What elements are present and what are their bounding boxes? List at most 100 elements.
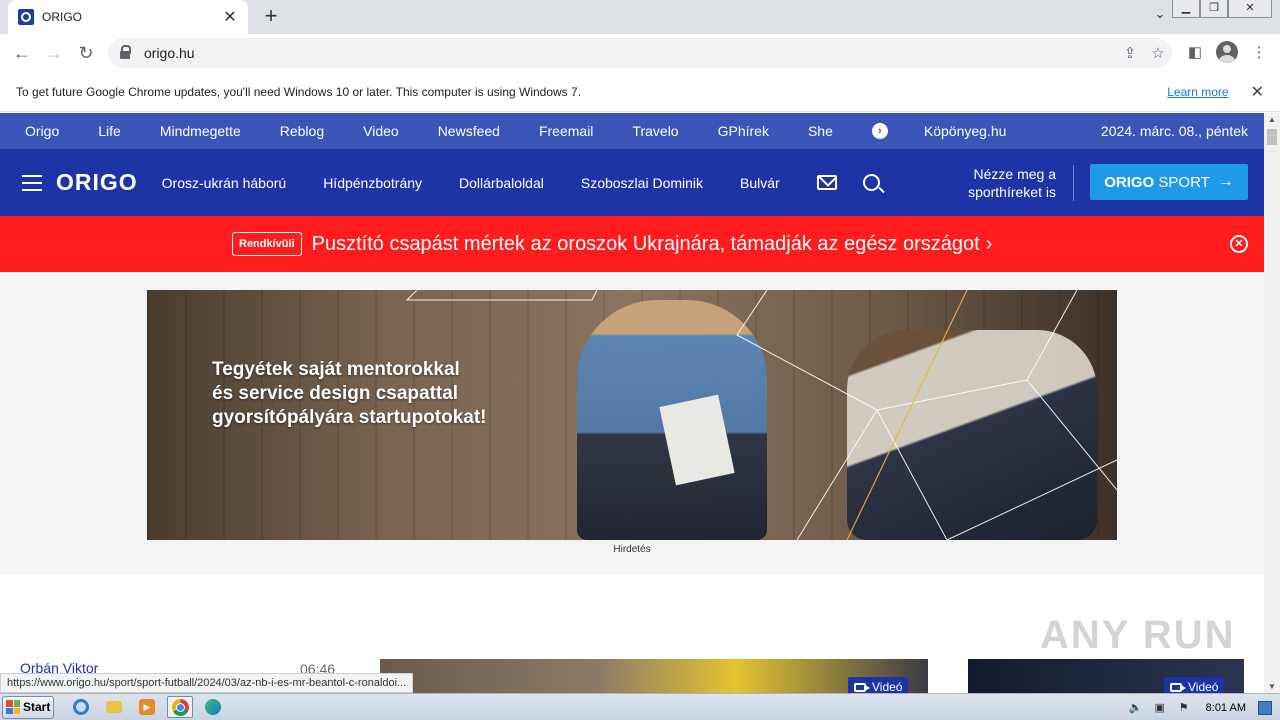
sport-promo-text: Nézze meg a sporthíreket is: [940, 165, 1056, 201]
reload-icon[interactable]: ↻: [70, 37, 102, 69]
ad-banner[interactable]: Tegyétek saját mentorokkal és service de…: [147, 290, 1117, 540]
tab-title: ORIGO: [42, 10, 83, 24]
side-panel-icon[interactable]: ◧: [1182, 38, 1208, 66]
network-link-kopönyeg[interactable]: Köpönyeg.hu: [924, 123, 1007, 139]
tab-close-icon[interactable]: ✕: [222, 7, 238, 27]
current-date: 2024. márc. 08., péntek: [1100, 123, 1248, 139]
share-icon[interactable]: ⇪: [1116, 44, 1144, 62]
arrow-right-icon: →: [1217, 173, 1234, 190]
lock-icon[interactable]: [120, 45, 131, 59]
infobar-message: To get future Google Chrome updates, you…: [16, 84, 582, 99]
action-center-flag-icon[interactable]: ⚑: [1176, 701, 1192, 715]
network-link-reblog[interactable]: Reblog: [280, 123, 324, 139]
forward-icon[interactable]: →: [38, 37, 70, 69]
taskbar-media-player[interactable]: ▶: [134, 696, 160, 718]
taskbar-ie[interactable]: [68, 696, 94, 718]
video-camera-icon: [1170, 682, 1186, 692]
scroll-up-icon[interactable]: ▲: [1268, 115, 1276, 124]
volume-icon[interactable]: 🔈: [1128, 701, 1144, 715]
tab-strip: ORIGO ✕ + ⌄ ▁ ❐ ✕: [0, 0, 1280, 34]
page-viewport: Origo Life Mindmegette Reblog Video News…: [0, 113, 1264, 693]
minimize-button[interactable]: ▁: [1172, 0, 1200, 18]
breaking-headline[interactable]: Pusztító csapást mértek az oroszok Ukraj…: [312, 233, 980, 256]
tab-search-chevron-icon[interactable]: ⌄: [1150, 6, 1170, 26]
network-link-life[interactable]: Life: [98, 123, 121, 139]
start-button[interactable]: Start: [2, 695, 54, 719]
article-thumbnail-side[interactable]: Videó: [968, 659, 1244, 693]
promo-line-1: Nézze meg a: [973, 166, 1056, 182]
restore-button[interactable]: ❐: [1200, 0, 1228, 18]
folder-icon: [106, 701, 122, 713]
promo-divider: [1073, 165, 1074, 201]
sport-button-brand: ORIGO: [1104, 173, 1155, 191]
menu-kebab-icon[interactable]: ⋮: [1246, 38, 1272, 66]
nav-link-war[interactable]: Orosz-ukrán háború: [162, 175, 287, 191]
new-tab-button[interactable]: +: [258, 4, 284, 30]
scroll-down-icon[interactable]: ▼: [1268, 682, 1276, 691]
nav-link-bridge-scandal[interactable]: Hídpénzbotrány: [323, 175, 422, 191]
show-desktop-button[interactable]: [1258, 700, 1272, 715]
learn-more-link[interactable]: Learn more: [1167, 85, 1228, 99]
video-badge: Videó: [848, 677, 909, 693]
network-link-newsfeed[interactable]: Newsfeed: [438, 123, 500, 139]
network-nav: Origo Life Mindmegette Reblog Video News…: [0, 113, 1264, 149]
taskbar-explorer[interactable]: [101, 696, 127, 718]
chrome-icon: [171, 698, 189, 716]
edge-icon: [205, 699, 221, 715]
sport-button-label: SPORT: [1158, 173, 1210, 191]
network-nav-next-icon[interactable]: ›: [871, 123, 888, 139]
nav-link-dollar-left[interactable]: Dollárbaloldal: [459, 175, 544, 191]
browser-tab[interactable]: ORIGO ✕: [8, 0, 248, 34]
browser-toolbar: ← → ↻ origo.hu ⇪ ☆ ◧ ⋮: [0, 34, 1280, 72]
address-bar[interactable]: origo.hu ⇪ ☆: [108, 38, 1172, 68]
search-icon[interactable]: [862, 174, 880, 191]
ad-area: Tegyétek saját mentorokkal és service de…: [0, 272, 1264, 574]
ad-label: Hirdetés: [613, 544, 651, 555]
video-badge: Videó: [1164, 677, 1225, 693]
network-link-mindmegette[interactable]: Mindmegette: [160, 123, 241, 139]
url-text[interactable]: origo.hu: [144, 45, 1116, 61]
origo-favicon-icon: [18, 9, 34, 25]
internet-explorer-icon: [73, 699, 89, 715]
windows-taskbar: Start ▶ 🔈 ▣ ⚑ 8:01 AM: [0, 693, 1280, 720]
mail-icon[interactable]: [816, 175, 837, 190]
anyrun-watermark: ANY RUN: [1040, 613, 1236, 657]
breaking-badge: Rendkívüli: [232, 232, 302, 256]
window-close-button[interactable]: ✕: [1228, 0, 1272, 18]
breaking-news-bar[interactable]: Rendkívüli Pusztító csapást mértek az or…: [0, 216, 1264, 272]
scroll-thumb[interactable]: [1267, 129, 1277, 145]
network-link-origo[interactable]: Origo: [25, 123, 59, 139]
windows-flag-icon: [6, 700, 20, 714]
link-status-bar: https://www.origo.hu/sport/sport-futball…: [0, 673, 414, 693]
chevron-right-icon: ›: [985, 232, 993, 255]
nav-link-szoboszlai[interactable]: Szoboszlai Dominik: [581, 175, 703, 191]
article-thumbnail-main[interactable]: Videó: [380, 659, 928, 693]
infobar-close-icon[interactable]: ✕: [1251, 82, 1264, 102]
network-icon[interactable]: ▣: [1152, 701, 1168, 715]
breaking-close-icon[interactable]: ✕: [1230, 235, 1248, 253]
back-icon[interactable]: ←: [6, 37, 38, 69]
video-camera-icon: [854, 682, 870, 692]
page-scrollbar[interactable]: ▲ ▼: [1264, 113, 1280, 693]
network-link-gphirek[interactable]: GPhírek: [718, 123, 769, 139]
system-tray: 🔈 ▣ ⚑ 8:01 AM: [1120, 694, 1280, 720]
network-link-freemail[interactable]: Freemail: [539, 123, 593, 139]
media-player-icon: ▶: [139, 699, 155, 715]
network-link-travelo[interactable]: Travelo: [632, 123, 678, 139]
network-link-video[interactable]: Video: [363, 123, 399, 139]
window-controls: ▁ ❐ ✕: [1172, 0, 1272, 18]
bookmark-star-icon[interactable]: ☆: [1144, 44, 1172, 62]
video-badge-label: Videó: [872, 680, 903, 693]
profile-button[interactable]: [1214, 38, 1240, 66]
origo-logo[interactable]: ORIGO: [56, 169, 138, 196]
network-link-she[interactable]: She: [808, 123, 833, 139]
nav-link-bulvar[interactable]: Bulvár: [740, 175, 780, 191]
hamburger-menu-icon[interactable]: [22, 174, 42, 191]
update-infobar: To get future Google Chrome updates, you…: [0, 72, 1280, 112]
taskbar-chrome[interactable]: [167, 696, 193, 718]
main-nav: ORIGO Orosz-ukrán háború Hídpénzbotrány …: [0, 149, 1264, 216]
origo-sport-button[interactable]: ORIGO SPORT →: [1090, 164, 1248, 200]
system-clock[interactable]: 8:01 AM: [1206, 702, 1246, 714]
taskbar-edge[interactable]: [200, 696, 226, 718]
toolbar-actions: ◧ ⋮: [1182, 38, 1272, 66]
